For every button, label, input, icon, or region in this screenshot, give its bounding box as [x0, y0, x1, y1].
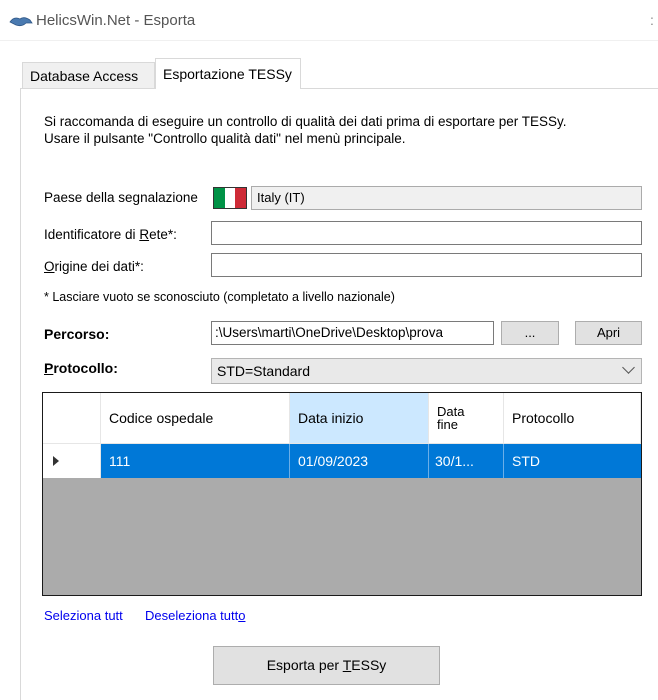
current-row-icon	[53, 456, 59, 466]
tab-database-access[interactable]: Database Access	[22, 62, 155, 88]
italy-flag-icon	[213, 187, 247, 209]
path-input[interactable]: :\Users\marti\OneDrive\Desktop\prova	[211, 321, 494, 345]
info-line-2: Usare il pulsante "Controllo qualità dat…	[44, 131, 406, 146]
cell-codice[interactable]: 111	[101, 444, 290, 478]
cell-protocollo[interactable]: STD	[504, 444, 641, 478]
network-id-input[interactable]	[211, 221, 642, 245]
table-row[interactable]: 111 01/09/2023 30/1... STD	[43, 444, 641, 478]
divider	[0, 40, 658, 41]
protocol-label: Protocollo:	[44, 360, 118, 376]
title-extra: :	[650, 12, 654, 28]
open-button[interactable]: Apri	[575, 321, 642, 345]
chevron-down-icon	[622, 361, 635, 374]
deselect-all-link[interactable]: Deseleziona tutto	[145, 608, 245, 623]
protocol-select-value: STD=Standard	[217, 363, 310, 379]
select-all-link[interactable]: Seleziona tutt	[44, 608, 123, 623]
window-title: HelicsWin.Net - Esporta	[36, 12, 196, 29]
note-text: * Lasciare vuoto se sconosciuto (complet…	[44, 290, 395, 304]
network-id-label: Identificatore di Rete*:	[44, 227, 177, 242]
data-origin-input[interactable]	[211, 253, 642, 277]
grid-header: Codice ospedale Data inizio Data fine Pr…	[43, 393, 641, 444]
cell-data-fine[interactable]: 30/1...	[429, 444, 504, 478]
column-header[interactable]: Codice ospedale	[101, 393, 290, 444]
column-header[interactable]: Protocollo	[504, 393, 641, 444]
country-field: Italy (IT)	[251, 186, 642, 210]
data-origin-label: Origine dei dati*:	[44, 259, 144, 274]
protocol-select[interactable]: STD=Standard	[211, 358, 642, 384]
cell-data-inizio[interactable]: 01/09/2023	[290, 444, 429, 478]
path-label: Percorso:	[44, 326, 110, 342]
row-header-corner	[43, 393, 101, 444]
browse-button[interactable]: ...	[501, 321, 559, 345]
country-label: Paese della segnalazione	[44, 190, 198, 205]
column-header[interactable]: Data inizio	[290, 393, 429, 444]
title-bar: HelicsWin.Net - Esporta :	[0, 0, 658, 40]
info-line-1: Si raccomanda di eseguire un controllo d…	[44, 114, 567, 129]
app-icon	[9, 17, 33, 27]
export-tessy-button[interactable]: Esporta per TESSy	[213, 646, 440, 685]
tab-esportazione-tessy[interactable]: Esportazione TESSy	[155, 58, 301, 89]
column-header[interactable]: Data fine	[429, 393, 504, 444]
hospital-grid[interactable]: Codice ospedale Data inizio Data fine Pr…	[42, 392, 642, 596]
row-header[interactable]	[43, 444, 101, 478]
